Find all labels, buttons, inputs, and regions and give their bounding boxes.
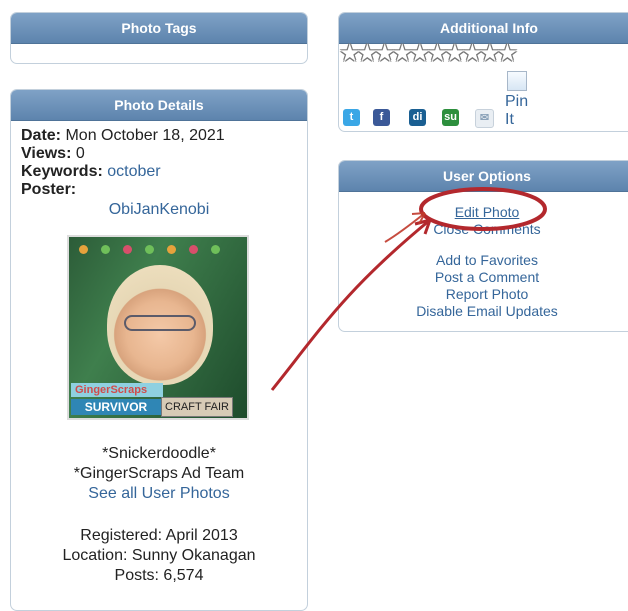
photo-details-meta: Date: Mon October 18, 2021 Views: 0 Keyw… bbox=[11, 121, 307, 199]
location-text: Location: Sunny Okanagan bbox=[62, 547, 256, 564]
digg-icon[interactable]: di bbox=[409, 109, 426, 126]
rating-stars[interactable]: ★★★★★★★★★★ bbox=[339, 42, 518, 66]
edit-photo-link[interactable]: Edit Photo bbox=[339, 204, 628, 221]
date-row: Date: Mon October 18, 2021 bbox=[21, 127, 307, 145]
pin-it-link[interactable]: Pin It bbox=[505, 93, 528, 129]
twitter-icon[interactable]: t bbox=[343, 109, 360, 126]
keywords-row: Keywords: october bbox=[21, 163, 307, 181]
views-value: 0 bbox=[75, 145, 85, 162]
photo-banner-craft-fair: CRAFT FAIR bbox=[161, 397, 233, 417]
user-options-links: Edit Photo Close Comments Add to Favorit… bbox=[339, 204, 628, 320]
pin-it-line2[interactable]: It bbox=[505, 111, 528, 129]
email-icon[interactable]: ✉ bbox=[475, 109, 494, 128]
poster-stats: Registered: April 2013 Location: Sunny O… bbox=[11, 526, 307, 586]
post-a-comment-link[interactable]: Post a Comment bbox=[339, 269, 628, 286]
keywords-label: Keywords: bbox=[21, 163, 103, 180]
poster-title: *Snickerdoodle* *GingerScraps Ad Team Se… bbox=[11, 444, 307, 504]
facebook-icon[interactable]: f bbox=[373, 109, 390, 126]
additional-info-panel: Additional Info ★★★★★★★★★★ t f di su ✉ P… bbox=[338, 12, 628, 132]
photo-banner-gingerscraps: GingerScraps bbox=[71, 383, 163, 397]
stumbleupon-icon[interactable]: su bbox=[442, 109, 459, 126]
views-row: Views: 0 bbox=[21, 145, 307, 163]
registered-text: Registered: April 2013 bbox=[80, 527, 238, 544]
poster-label: Poster: bbox=[21, 181, 77, 198]
see-all-user-photos-link[interactable]: See all User Photos bbox=[88, 485, 229, 502]
photo-details-panel: Photo Details Date: Mon October 18, 2021… bbox=[10, 89, 308, 611]
posts-text: Posts: 6,574 bbox=[114, 567, 204, 584]
pin-it-image-icon[interactable] bbox=[507, 71, 527, 91]
user-options-header: User Options bbox=[339, 161, 628, 192]
views-label: Views: bbox=[21, 145, 72, 162]
poster-row: Poster: bbox=[21, 181, 307, 199]
poster-title-line2: *GingerScraps Ad Team bbox=[73, 465, 245, 482]
photo-details-header: Photo Details bbox=[11, 90, 307, 121]
user-options-panel: User Options Edit Photo Close Comments A… bbox=[338, 160, 628, 332]
photo-glasses bbox=[124, 315, 196, 331]
photo-decor-dots bbox=[79, 241, 239, 254]
user-avatar-photo[interactable]: GingerScraps SURVIVOR CRAFT FAIR bbox=[67, 235, 249, 420]
pin-it-line1[interactable]: Pin bbox=[505, 93, 528, 111]
photo-tags-panel: Photo Tags bbox=[10, 12, 308, 64]
keyword-link-october[interactable]: october bbox=[107, 163, 160, 180]
add-to-favorites-link[interactable]: Add to Favorites bbox=[339, 252, 628, 269]
date-label: Date: bbox=[21, 127, 62, 144]
poster-name-row: ObiJanKenobi bbox=[11, 201, 307, 219]
photo-tags-header: Photo Tags bbox=[11, 13, 307, 44]
date-value: Mon October 18, 2021 bbox=[65, 127, 225, 144]
disable-email-updates-link[interactable]: Disable Email Updates bbox=[339, 303, 628, 320]
close-comments-link[interactable]: Close Comments bbox=[339, 221, 628, 238]
photo-banner-survivor: SURVIVOR bbox=[71, 399, 161, 415]
poster-name-link[interactable]: ObiJanKenobi bbox=[109, 201, 210, 218]
report-photo-link[interactable]: Report Photo bbox=[339, 286, 628, 303]
poster-title-line1: *Snickerdoodle* bbox=[102, 445, 216, 462]
